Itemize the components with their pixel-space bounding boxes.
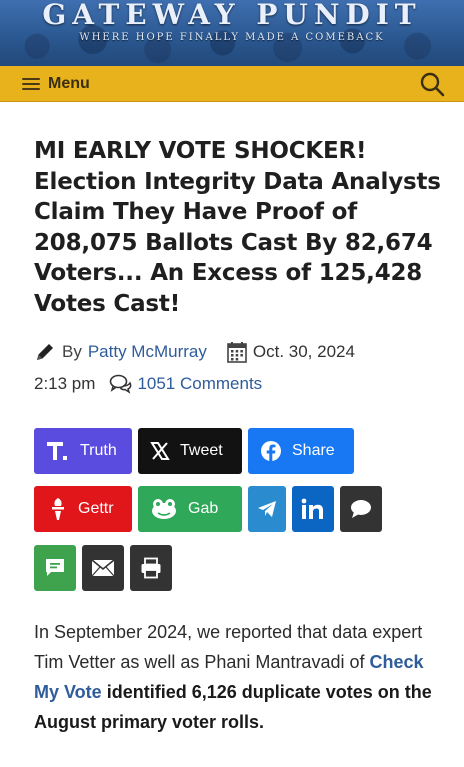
menu-label: Menu: [48, 75, 90, 92]
menu-bar: Menu: [0, 66, 464, 102]
share-gab-button[interactable]: Gab: [138, 486, 242, 532]
site-tagline: WHERE HOPE FINALLY MADE A COMEBACK: [79, 32, 385, 43]
comments-link[interactable]: 1051 Comments: [137, 374, 262, 394]
telegram-icon: [258, 501, 276, 517]
printer-icon: [141, 557, 161, 579]
share-print-button[interactable]: [130, 545, 172, 591]
share-comment-button[interactable]: [340, 486, 382, 532]
author-link[interactable]: Patty McMurray: [88, 342, 207, 362]
article-meta: By Patty McMurray Oct. 30, 2024 2:13 pm …: [34, 339, 454, 397]
body-text-part1: In September 2024, we reported that data…: [34, 622, 423, 672]
article-headline: MI EARLY VOTE SHOCKER! Election Integrit…: [34, 138, 441, 317]
share-linkedin-button[interactable]: [292, 486, 334, 532]
share-gab-label: Gab: [188, 500, 219, 517]
linkedin-icon: [301, 498, 323, 519]
share-gettr-label: Gettr: [78, 500, 114, 517]
gab-frog-icon: [150, 498, 178, 520]
article-body-paragraph: In September 2024, we reported that data…: [34, 617, 444, 737]
comments-icon: [110, 374, 132, 394]
share-facebook-label: Share: [292, 442, 335, 459]
hamburger-icon: [22, 78, 40, 90]
envelope-icon: [91, 559, 115, 577]
share-facebook-button[interactable]: Share: [248, 428, 354, 474]
byline-label: By: [62, 342, 82, 361]
share-tweet-label: Tweet: [180, 442, 223, 459]
calendar-icon: [227, 342, 247, 363]
search-icon: [420, 72, 445, 97]
facebook-icon: [260, 440, 282, 462]
site-banner[interactable]: GATEWAY PUNDIT WHERE HOPE FINALLY MADE A…: [0, 0, 464, 66]
share-email-button[interactable]: [82, 545, 124, 591]
share-gettr-button[interactable]: Gettr: [34, 486, 132, 532]
x-icon: [150, 441, 170, 461]
search-button[interactable]: [418, 70, 446, 98]
speech-bubble-icon: [351, 500, 371, 518]
menu-button[interactable]: Menu: [22, 73, 90, 95]
sms-icon: [46, 559, 64, 576]
article-date: Oct. 30, 2024: [252, 342, 355, 361]
share-tweet-button[interactable]: Tweet: [138, 428, 242, 474]
truth-social-icon: [46, 440, 70, 462]
share-telegram-button[interactable]: [248, 486, 286, 532]
article-time: 2:13 pm: [34, 374, 96, 393]
pencil-icon: [37, 344, 53, 360]
share-truth-label: Truth: [80, 442, 117, 459]
share-truth-button[interactable]: Truth: [34, 428, 132, 474]
site-logo: GATEWAY PUNDIT: [42, 0, 422, 31]
share-sms-button[interactable]: [34, 545, 76, 591]
gettr-icon: [48, 497, 68, 521]
